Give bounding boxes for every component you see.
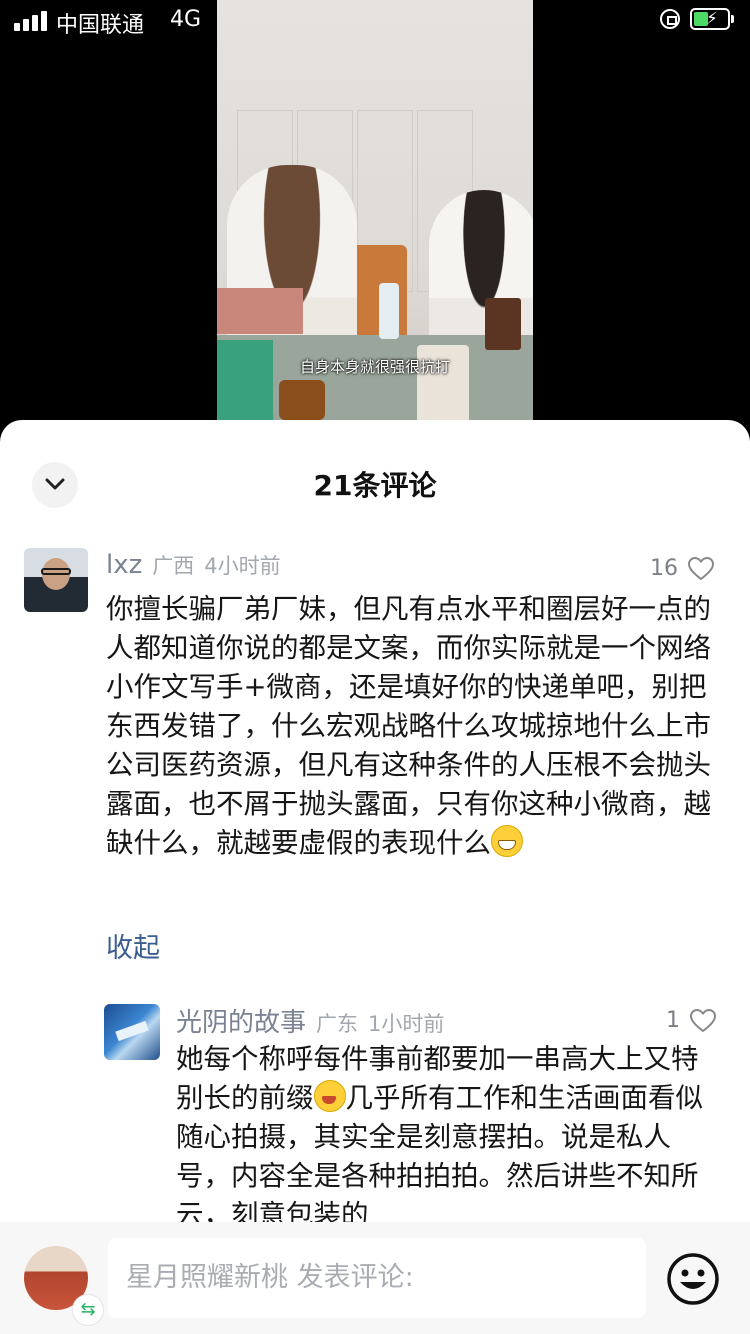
reply-item: 光阴的故事 广东 1小时前 1 她每个称呼每件事前都要加一串高大上又特别长的前缀… bbox=[104, 1004, 724, 1234]
comments-sheet: 21条评论 lxz 广西 4小时前 16 你擅长骗厂弟厂妹，但凡有点水平和圈层好… bbox=[0, 420, 750, 1334]
emoji-button[interactable] bbox=[666, 1252, 720, 1306]
comment-time: 4小时前 bbox=[204, 554, 281, 578]
laughing-crying-face-icon bbox=[313, 1080, 346, 1112]
smiley-icon bbox=[667, 1253, 719, 1305]
comment-text: 她每个称呼每件事前都要加一串高大上又特别长的前缀 几乎所有工作和生活画面看似随心拍… bbox=[176, 1043, 703, 1231]
comment-author[interactable]: 光阴的故事 bbox=[176, 1002, 306, 1039]
avatar[interactable] bbox=[24, 548, 88, 612]
comments-count-title: 21条评论 bbox=[313, 469, 437, 502]
comment-input[interactable]: 星月照耀新桃 发表评论: bbox=[108, 1238, 646, 1318]
comment-time: 1小时前 bbox=[368, 1012, 445, 1036]
grinning-face-icon bbox=[491, 825, 523, 857]
comment-author[interactable]: lxz bbox=[106, 550, 142, 580]
collapse-link[interactable]: 收起 bbox=[106, 926, 160, 965]
like-count: 1 bbox=[666, 1008, 680, 1033]
rotation-lock-icon bbox=[660, 9, 680, 29]
switch-account-icon[interactable]: ⇆ bbox=[72, 1294, 104, 1326]
comment-text: 你擅长骗厂弟厂妹，但凡有点水平和圈层好一点的人都知道你说的都是文案，而你实际就是… bbox=[106, 593, 711, 859]
like-button[interactable]: 16 bbox=[650, 556, 714, 581]
video-subtitle: 自身本身就很强很抗打 bbox=[299, 358, 450, 376]
like-button[interactable]: 1 bbox=[666, 1008, 716, 1033]
battery-icon: ⚡ bbox=[690, 8, 734, 30]
avatar[interactable] bbox=[104, 1004, 160, 1060]
heart-icon bbox=[690, 1008, 716, 1032]
comment-input-bar: ⇆ 星月照耀新桃 发表评论: bbox=[0, 1222, 750, 1334]
heart-icon bbox=[688, 556, 714, 580]
comment-item: lxz 广西 4小时前 16 你擅长骗厂弟厂妹，但凡有点水平和圈层好一点的人都知… bbox=[24, 548, 724, 968]
comment-location: 广西 bbox=[152, 554, 195, 578]
video-player[interactable]: 自身本身就很强很抗打 bbox=[217, 0, 533, 430]
comment-location: 广东 bbox=[316, 1012, 359, 1036]
like-count: 16 bbox=[650, 556, 678, 581]
